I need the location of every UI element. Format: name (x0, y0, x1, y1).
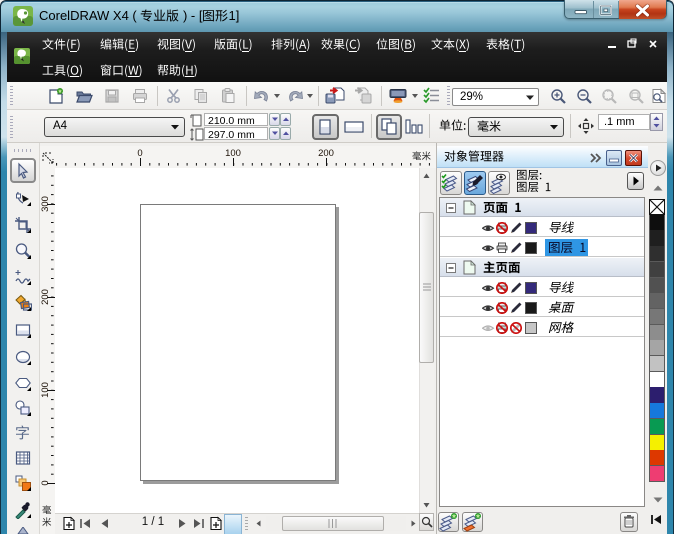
svg-text:300: 300 (40, 196, 51, 212)
svg-text:0: 0 (40, 480, 51, 485)
svg-text:200: 200 (40, 289, 51, 305)
svg-text:100: 100 (40, 382, 51, 398)
